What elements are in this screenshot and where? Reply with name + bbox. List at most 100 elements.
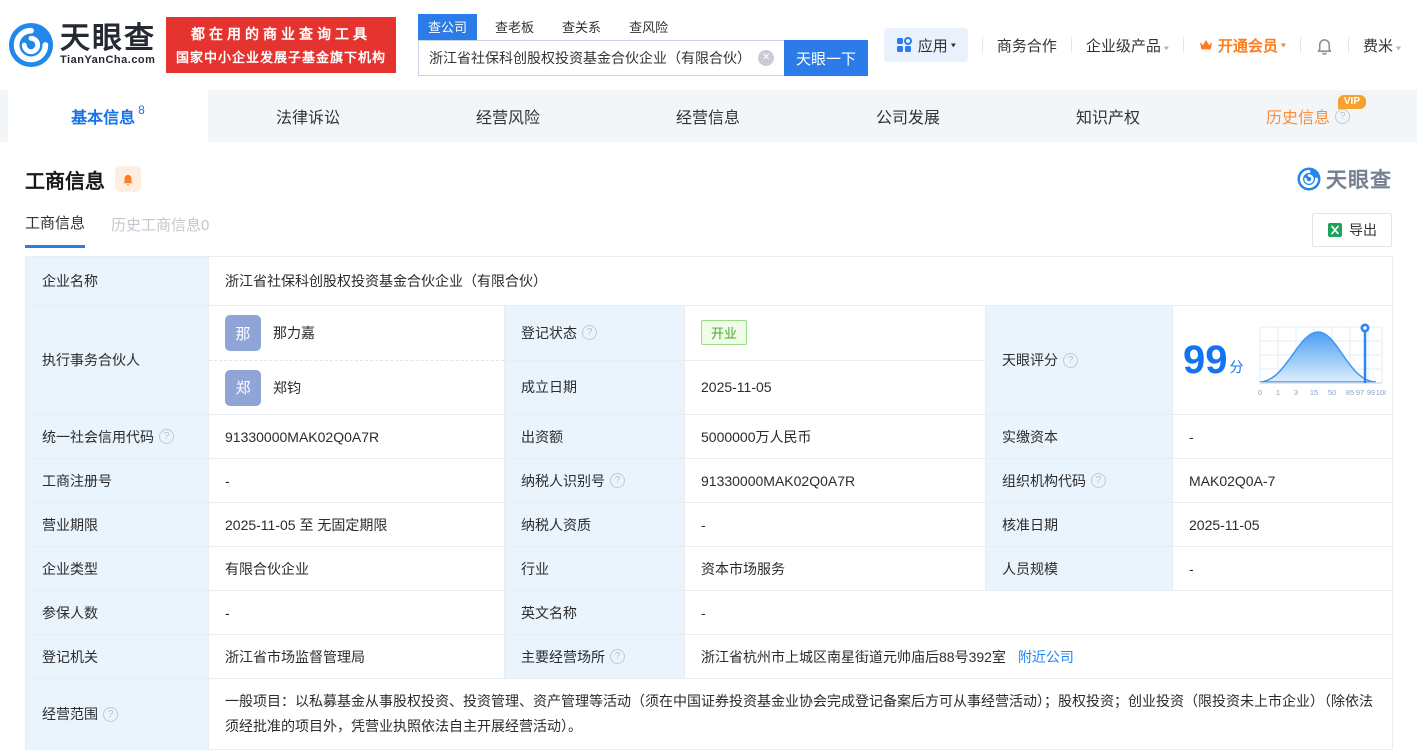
- table-row: 经营范围 一般项目：以私募基金从事股权投资、投资管理、资产管理等活动（须在中国证…: [25, 678, 1393, 750]
- business-scope-value: 一般项目：以私募基金从事股权投资、投资管理、资产管理等活动（须在中国证券投资基金…: [208, 678, 1393, 750]
- tab-operating-risk[interactable]: 经营风险: [408, 90, 608, 142]
- clear-search-icon[interactable]: ✕: [758, 50, 775, 66]
- company-tab-bar: 基本信息 8 法律诉讼 经营风险 经营信息 公司发展 知识产权 VIP 历史信息: [0, 90, 1417, 142]
- export-button[interactable]: 导出: [1312, 213, 1392, 247]
- username: 费米: [1362, 37, 1393, 55]
- apps-label: 应用: [917, 37, 948, 55]
- promo-banner-line1: 都在用的商业查询工具: [191, 26, 371, 42]
- business-info-table: 企业名称 浙江省社保科创股权投资基金合伙企业（有限合伙） 执行事务合伙人 那 那…: [25, 256, 1393, 750]
- paid-capital-value: -: [1172, 414, 1393, 459]
- score-unit: 分: [1229, 359, 1244, 375]
- apps-menu[interactable]: 应用 ▾: [883, 28, 968, 62]
- establish-date-label: 成立日期: [504, 359, 685, 415]
- divider: [1299, 37, 1301, 53]
- search-tab-risk[interactable]: 查风险: [619, 14, 678, 40]
- org-code-value: MAK02Q0A-7: [1172, 458, 1393, 503]
- help-icon[interactable]: [1335, 108, 1350, 124]
- taxpayer-id-label: 纳税人识别号: [504, 458, 685, 503]
- score-value: 99: [1183, 338, 1228, 382]
- status-badge: 开业: [701, 320, 748, 346]
- monitor-bell-button[interactable]: [115, 166, 141, 192]
- chevron-down-icon: ▾: [950, 40, 956, 50]
- registration-status-label: 登记状态: [504, 305, 685, 361]
- excel-icon: [1328, 223, 1342, 237]
- subtab-business-info[interactable]: 工商信息: [25, 212, 86, 248]
- partner-item[interactable]: 郑 郑钧: [209, 360, 504, 414]
- svg-text:15: 15: [1309, 388, 1317, 397]
- table-row: 企业类型 有限合伙企业 行业 资本市场服务 人员规模 -: [25, 546, 1393, 591]
- english-name-label: 英文名称: [504, 590, 685, 635]
- business-cooperation-link[interactable]: 商务合作: [997, 35, 1057, 56]
- svg-text:97: 97: [1355, 388, 1363, 397]
- nearby-companies-link[interactable]: 附近公司: [1018, 649, 1074, 665]
- apps-grid-icon: [896, 37, 912, 52]
- help-icon[interactable]: [610, 473, 625, 488]
- tianyan-score-cell: 99 分 0 1 3 15 50 85 97 99 10: [1172, 305, 1393, 415]
- subtab-history-business-info[interactable]: 历史工商信息0: [111, 214, 209, 247]
- table-row: 统一社会信用代码 91330000MAK02Q0A7R 出资额 5000000万…: [25, 414, 1393, 459]
- bell-icon: [123, 174, 133, 186]
- help-icon[interactable]: [103, 706, 118, 722]
- address-label: 主要经营场所: [504, 634, 685, 679]
- insured-count-value: -: [208, 590, 505, 635]
- open-vip-menu[interactable]: 开通会员 ▾: [1198, 35, 1286, 56]
- reg-number-label: 工商注册号: [25, 458, 209, 503]
- industry-label: 行业: [504, 546, 685, 591]
- insured-count-label: 参保人数: [25, 590, 209, 635]
- score-distribution-chart: 0 1 3 15 50 85 97 99 100: [1257, 323, 1386, 397]
- divider: [1182, 37, 1184, 53]
- search-area: 查公司 查老板 查关系 查风险 ✕ 天眼一下: [418, 14, 869, 76]
- org-code-label: 组织机构代码: [985, 458, 1173, 503]
- help-icon[interactable]: [1063, 352, 1078, 368]
- english-name-value: -: [684, 590, 1393, 635]
- partner-name: 郑钧: [273, 379, 301, 396]
- tab-history-info[interactable]: VIP 历史信息: [1208, 90, 1408, 142]
- enterprise-products-menu[interactable]: 企业级产品 ▾: [1086, 35, 1169, 56]
- help-icon[interactable]: [159, 429, 174, 444]
- search-tab-company[interactable]: 查公司: [418, 14, 478, 40]
- search-tab-boss[interactable]: 查老板: [485, 14, 544, 40]
- table-row: 企业名称 浙江省社保科创股权投资基金合伙企业（有限合伙）: [25, 256, 1393, 306]
- company-type-label: 企业类型: [25, 546, 209, 591]
- svg-text:100: 100: [1375, 388, 1385, 397]
- paid-capital-label: 实缴资本: [985, 414, 1173, 459]
- tab-basic-info[interactable]: 基本信息 8: [8, 90, 208, 142]
- capital-label: 出资额: [504, 414, 685, 459]
- tab-legal-proceedings[interactable]: 法律诉讼: [208, 90, 408, 142]
- chevron-down-icon: ▾: [1280, 40, 1286, 50]
- watermark-text: 天眼查: [1326, 169, 1392, 192]
- staff-size-label: 人员规模: [985, 546, 1173, 591]
- tab-operating-info[interactable]: 经营信息: [608, 90, 808, 142]
- help-icon[interactable]: [1091, 473, 1106, 488]
- tianyan-score-label: 天眼评分: [985, 305, 1173, 415]
- partner-name: 那力嘉: [273, 325, 315, 341]
- search-button[interactable]: 天眼一下: [784, 40, 869, 76]
- tab-company-development[interactable]: 公司发展: [808, 90, 1008, 142]
- company-name-label: 企业名称: [25, 256, 209, 306]
- notification-bell-icon[interactable]: [1315, 36, 1334, 55]
- partner-item[interactable]: 那 那力嘉: [209, 306, 504, 360]
- table-row: 执行事务合伙人 那 那力嘉 郑 郑钧 登记状态 开业 天眼评分: [25, 305, 1393, 415]
- divider: [981, 37, 983, 53]
- credit-code-label: 统一社会信用代码: [25, 414, 209, 459]
- help-icon[interactable]: [610, 649, 625, 664]
- establish-date-value: 2025-11-05: [684, 359, 986, 415]
- business-scope-label: 经营范围: [25, 678, 209, 750]
- tianyancha-watermark-icon: [1297, 167, 1321, 191]
- history-count: 0: [201, 216, 210, 234]
- company-type-value: 有限合伙企业: [208, 546, 505, 591]
- top-nav: 应用 ▾ 商务合作 企业级产品 ▾ 开通会员 ▾ 费米 ▾: [883, 28, 1401, 62]
- avatar: 郑: [225, 369, 261, 406]
- tianyancha-logo[interactable]: 天眼查 TianYanCha.com: [8, 22, 156, 68]
- search-input[interactable]: [418, 40, 785, 76]
- business-term-value: 2025-11-05 至 无固定期限: [208, 502, 505, 547]
- executive-partner-cell: 那 那力嘉 郑 郑钧: [208, 305, 505, 415]
- taxpayer-quality-label: 纳税人资质: [504, 502, 685, 547]
- help-icon[interactable]: [582, 325, 597, 341]
- basic-info-count: 8: [138, 103, 145, 117]
- search-tab-relation[interactable]: 查关系: [552, 14, 611, 40]
- tab-intellectual-property[interactable]: 知识产权: [1008, 90, 1208, 142]
- user-menu[interactable]: 费米 ▾: [1363, 35, 1401, 56]
- table-row: 工商注册号 - 纳税人识别号 91330000MAK02Q0A7R 组织机构代码…: [25, 458, 1393, 503]
- chevron-down-icon: ▾: [1395, 43, 1401, 53]
